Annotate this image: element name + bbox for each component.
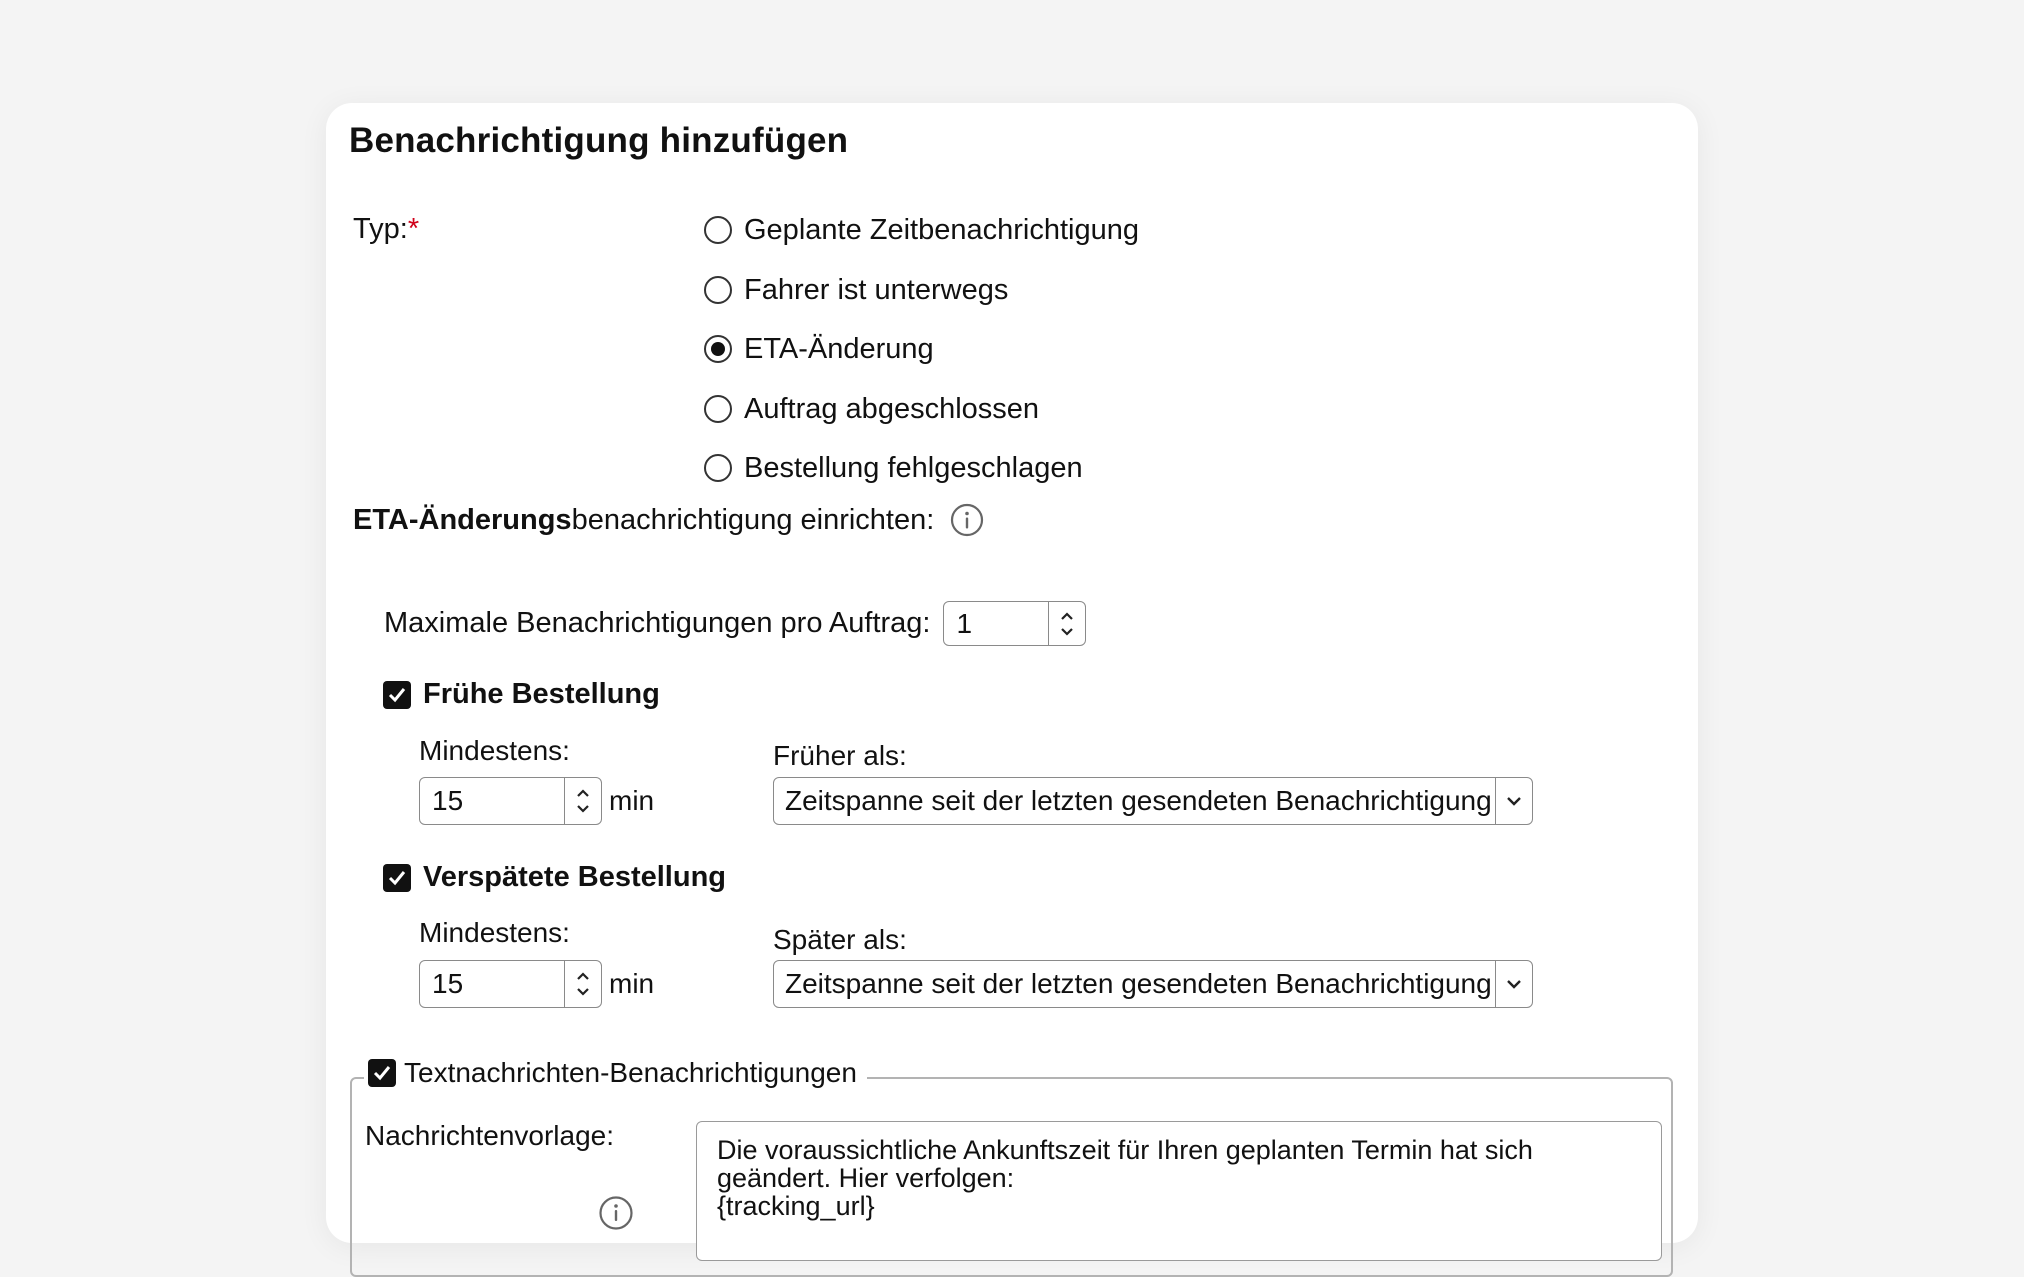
late-compare-select[interactable]: Zeitspanne seit der letzten gesendeten B… (773, 960, 1533, 1008)
type-option-driver-en-route[interactable]: Fahrer ist unterwegs (704, 270, 1008, 310)
max-notifications-label: Maximale Benachrichtigungen pro Auftrag: (384, 607, 931, 639)
max-notifications-value[interactable]: 1 (944, 602, 1048, 645)
stepper-arrows[interactable] (564, 778, 601, 824)
max-notifications-stepper[interactable]: 1 (943, 601, 1087, 646)
late-min-label: Mindestens: (419, 917, 570, 948)
eta-heading-rest: benachrichtigung einrichten: (571, 503, 935, 536)
late-order-checkbox[interactable] (383, 863, 411, 892)
radio-button[interactable] (704, 216, 732, 244)
required-marker: * (407, 213, 420, 245)
chevron-down-icon[interactable] (1495, 961, 1532, 1007)
type-label: Typ:* (353, 213, 420, 245)
early-order-label: Frühe Bestellung (423, 678, 660, 710)
early-order-checkbox-row[interactable]: Frühe Bestellung (383, 678, 660, 711)
sms-notifications-legend[interactable]: Textnachrichten-Benachrichtigungen (364, 1057, 867, 1089)
add-notification-dialog: Benachrichtigung hinzufügen Typ:* Geplan… (326, 103, 1698, 1277)
radio-button[interactable] (704, 395, 732, 423)
radio-button-selected[interactable] (704, 335, 732, 363)
checkmark-icon (388, 687, 406, 702)
type-option-label: ETA-Änderung (744, 332, 934, 365)
checkmark-icon (373, 1066, 391, 1081)
early-min-stepper[interactable]: 15 (419, 777, 602, 825)
late-order-label: Verspätete Bestellung (423, 861, 726, 893)
type-option-label: Auftrag abgeschlossen (744, 392, 1040, 425)
sms-notifications-checkbox[interactable] (368, 1059, 396, 1087)
early-min-unit: min (609, 785, 655, 816)
stepper-up-down-icon[interactable] (575, 786, 591, 816)
early-min-label: Mindestens: (419, 735, 570, 766)
type-option-eta-change[interactable]: ETA-Änderung (704, 329, 934, 369)
checkmark-icon (388, 870, 406, 885)
stepper-up-down-icon[interactable] (575, 969, 591, 999)
dialog-title: Benachrichtigung hinzufügen (349, 121, 849, 160)
late-compare-label: Später als: (773, 924, 907, 955)
late-min-unit: min (609, 968, 655, 999)
early-order-checkbox[interactable] (383, 680, 411, 709)
type-option-label: Geplante Zeitbenachrichtigung (744, 213, 1139, 246)
early-compare-label: Früher als: (773, 740, 907, 771)
early-min-row: 15 min (419, 777, 654, 825)
early-compare-select[interactable]: Zeitspanne seit der letzten gesendeten B… (773, 777, 1533, 825)
late-min-value[interactable]: 15 (420, 961, 564, 1007)
radio-button[interactable] (704, 454, 732, 482)
type-option-order-failed[interactable]: Bestellung fehlgeschlagen (704, 448, 1083, 488)
template-label: Nachrichtenvorlage: (365, 1120, 615, 1151)
late-compare-value[interactable]: Zeitspanne seit der letzten gesendeten B… (774, 961, 1495, 1007)
late-order-checkbox-row[interactable]: Verspätete Bestellung (383, 861, 726, 894)
chevron-down-icon[interactable] (1495, 778, 1532, 824)
radio-button[interactable] (704, 276, 732, 304)
sms-notifications-label: Textnachrichten-Benachrichtigungen (404, 1057, 857, 1088)
stepper-up-down-icon[interactable] (1059, 609, 1075, 639)
info-icon[interactable] (598, 1195, 634, 1231)
stepper-arrows[interactable] (564, 961, 601, 1007)
late-min-stepper[interactable]: 15 (419, 960, 602, 1008)
info-icon[interactable] (950, 503, 984, 537)
early-min-value[interactable]: 15 (420, 778, 564, 824)
eta-section-heading: ETA-Änderungs benachrichtigung einrichten… (353, 503, 984, 537)
type-option-label: Bestellung fehlgeschlagen (744, 451, 1083, 484)
stepper-arrows[interactable] (1048, 602, 1085, 645)
max-notifications-row: Maximale Benachrichtigungen pro Auftrag:… (384, 601, 1087, 646)
type-option-label: Fahrer ist unterwegs (744, 273, 1009, 306)
message-template-textarea[interactable]: Die voraussichtliche Ankunftszeit für Ih… (696, 1121, 1662, 1261)
early-compare-value[interactable]: Zeitspanne seit der letzten gesendeten B… (774, 778, 1495, 824)
late-min-row: 15 min (419, 960, 654, 1008)
type-option-order-completed[interactable]: Auftrag abgeschlossen (704, 389, 1039, 429)
type-option-scheduled[interactable]: Geplante Zeitbenachrichtigung (704, 210, 1139, 250)
eta-heading-bold: ETA-Änderungs (353, 503, 572, 536)
